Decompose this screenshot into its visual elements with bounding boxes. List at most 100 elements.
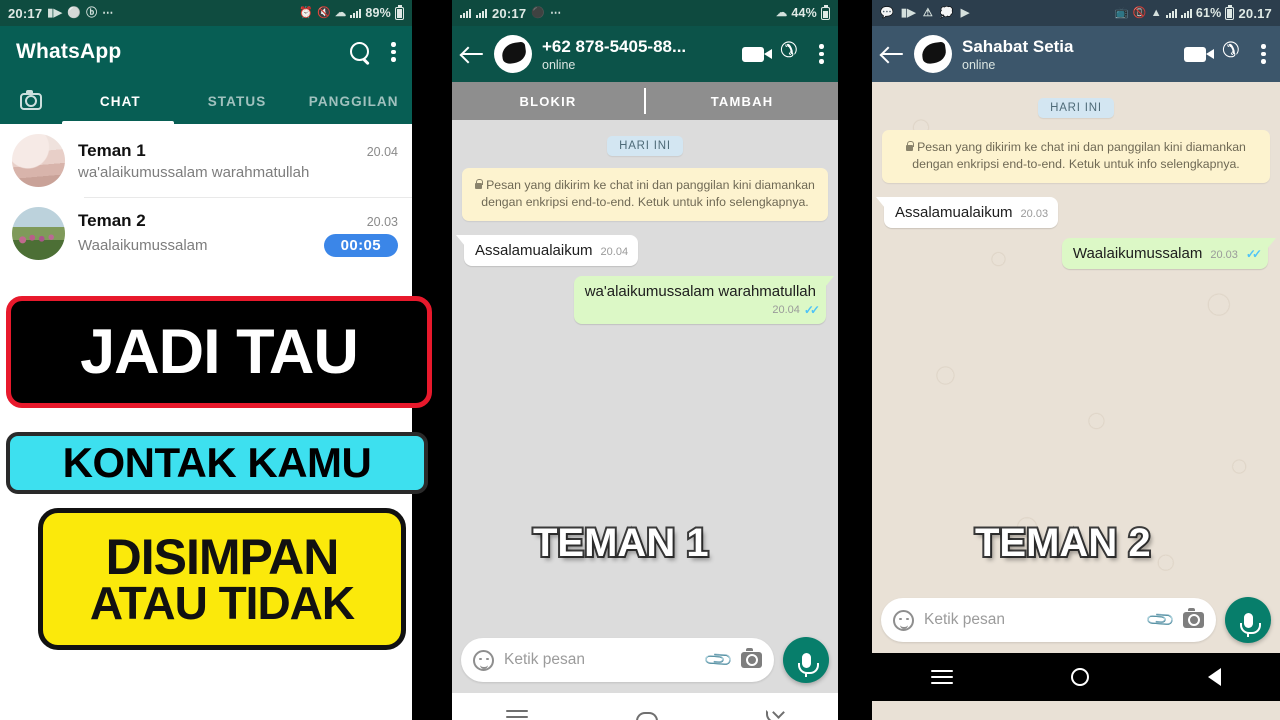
kebab-menu-icon[interactable] xyxy=(819,44,824,64)
message-time: 20.04 xyxy=(600,245,629,258)
kebab-menu-icon[interactable] xyxy=(1261,44,1266,64)
message-bubble[interactable]: Assalamualaikum 20.03 xyxy=(875,196,1059,228)
right-phone-screen: 💬 ▮▶ ⚠ 💭 ▶ 📺 📵 ▲ 61% 20.17 Sahabat Setia… xyxy=(872,0,1280,720)
phone-call-icon[interactable] xyxy=(782,45,801,64)
microphone-button[interactable] xyxy=(783,637,829,683)
contact-name[interactable]: Sahabat Setia xyxy=(962,37,1174,57)
battery-percent: 61% xyxy=(1195,6,1222,20)
messages-icon: 💬 xyxy=(880,6,894,19)
status-time: 20.17 xyxy=(1238,5,1272,21)
video-call-icon[interactable] xyxy=(742,46,772,62)
message-bubble[interactable]: wa'alaikumussalam warahmatullah 20.04 ✓✓ xyxy=(573,275,835,324)
tab-status[interactable]: STATUS xyxy=(179,78,296,124)
home-icon[interactable] xyxy=(636,707,658,720)
vibrate-icon: 📵 xyxy=(1132,6,1147,19)
battery-icon xyxy=(1225,4,1235,20)
search-icon[interactable] xyxy=(349,41,371,63)
encryption-notice[interactable]: Pesan yang dikirim ke chat ini dan pangg… xyxy=(462,168,828,221)
right-conversation-bar: Sahabat Setia online xyxy=(872,26,1280,82)
message-time: 20.03 xyxy=(1210,248,1238,261)
avatar[interactable] xyxy=(494,35,532,73)
message-row-incoming: Assalamualaikum 20.04 xyxy=(455,234,828,266)
contact-name[interactable]: +62 878-5405-88... xyxy=(542,37,732,57)
menu-icon[interactable] xyxy=(506,709,528,720)
message-input-placeholder: Ketik pesan xyxy=(504,651,585,668)
home-circle-icon[interactable] xyxy=(1071,668,1090,686)
list-item[interactable]: Teman 2 20.03 Waalaikumussalam 00:05 xyxy=(0,197,412,270)
phone-call-icon[interactable] xyxy=(1224,45,1243,64)
chat-preview: wa'alaikumussalam warahmatullah xyxy=(78,163,310,181)
camera-icon[interactable] xyxy=(1183,608,1204,628)
message-bubble[interactable]: Waalaikumussalam 20.03 ✓✓ xyxy=(1061,237,1277,269)
chat-bubble-icon: ⚫ xyxy=(531,6,546,19)
chat-preview: Waalaikumussalam xyxy=(78,236,208,254)
paperclip-icon[interactable]: 📎 xyxy=(702,643,736,677)
read-receipt-icon: ✓✓ xyxy=(1245,246,1262,261)
block-button[interactable]: BLOKIR xyxy=(452,82,644,120)
video-icon: ▮▶ xyxy=(47,6,63,19)
status-time: 20:17 xyxy=(492,5,527,21)
bottom-sheet-card xyxy=(6,652,410,720)
microphone-icon xyxy=(797,652,819,677)
tab-camera[interactable] xyxy=(0,78,62,124)
message-row-outgoing: wa'alaikumussalam warahmatullah 20.04 ✓✓ xyxy=(462,275,835,324)
tab-chat[interactable]: CHAT xyxy=(62,78,179,124)
message-input-placeholder: Ketik pesan xyxy=(924,611,1005,628)
day-divider: HARI INI xyxy=(607,136,683,156)
add-contact-button[interactable]: TAMBAH xyxy=(646,82,838,120)
microphone-button[interactable] xyxy=(1225,597,1271,643)
chat-name: Teman 1 xyxy=(78,140,146,160)
caption-banner-3: DISIMPAN ATAU TIDAK xyxy=(38,508,406,650)
menu-icon[interactable] xyxy=(931,669,954,685)
whatsapp-icon: ⚪ xyxy=(67,6,82,19)
message-text: wa'alaikumussalam warahmatullah xyxy=(584,282,816,300)
sim1-signal-icon xyxy=(1165,8,1177,18)
emoji-icon[interactable] xyxy=(473,649,494,671)
lock-icon xyxy=(906,141,914,151)
overlay-label-teman-1: TEMAN 1 xyxy=(531,519,711,567)
chat-time: 20.03 xyxy=(366,214,398,229)
encryption-notice-text: Pesan yang dikirim ke chat ini dan pangg… xyxy=(481,178,815,210)
message-input[interactable]: Ketik pesan 📎 xyxy=(881,598,1216,642)
status-time: 20:17 xyxy=(8,5,43,21)
right-composer: Ketik pesan 📎 xyxy=(872,588,1280,653)
chat-time: 20.04 xyxy=(366,144,398,159)
emoji-icon[interactable] xyxy=(893,609,914,631)
chat-name: Teman 2 xyxy=(78,210,146,230)
message-input[interactable]: Ketik pesan 📎 xyxy=(461,638,774,682)
back-arrow-icon[interactable] xyxy=(462,45,484,63)
avatar[interactable] xyxy=(914,35,952,73)
kebab-menu-icon[interactable] xyxy=(391,42,396,62)
signal-icon xyxy=(350,8,362,18)
back-icon[interactable] xyxy=(764,708,784,720)
message-time: 20.04 xyxy=(772,303,800,316)
encryption-notice[interactable]: Pesan yang dikirim ke chat ini dan pangg… xyxy=(882,130,1270,183)
middle-status-bar: 20:17 ⚫ ⋯ ☁ 44% xyxy=(452,0,838,26)
caption-banner-2: KONTAK KAMU xyxy=(6,432,428,494)
3g-signal-icon xyxy=(460,8,471,18)
back-triangle-icon[interactable] xyxy=(1207,668,1221,686)
video-call-icon[interactable] xyxy=(1184,46,1214,62)
overlay-label-teman-2: TEMAN 2 xyxy=(973,519,1153,567)
message-bubble[interactable]: Assalamualaikum 20.04 xyxy=(455,234,639,266)
back-arrow-icon[interactable] xyxy=(882,45,904,63)
more-dots-icon: ⋯ xyxy=(550,6,562,19)
message-text: Assalamualaikum xyxy=(895,203,1013,221)
paperclip-icon[interactable]: 📎 xyxy=(1144,603,1178,637)
camera-icon[interactable] xyxy=(741,648,762,668)
b-circle-icon: ⓑ xyxy=(86,6,98,19)
chat-icon: 💭 xyxy=(939,6,954,19)
middle-nav-bar xyxy=(452,693,838,720)
day-divider: HARI INI xyxy=(1038,98,1114,118)
avatar[interactable] xyxy=(12,134,65,187)
avatar[interactable] xyxy=(12,207,65,260)
chat-list: Teman 1 20.04 wa'alaikumussalam warahmat… xyxy=(0,124,412,270)
4g-signal-icon xyxy=(476,8,487,18)
tab-panggilan[interactable]: PANGGILAN xyxy=(295,78,412,124)
list-item[interactable]: Teman 1 20.04 wa'alaikumussalam warahmat… xyxy=(0,124,412,197)
wifi-icon: ▲ xyxy=(1150,6,1162,19)
middle-phone-screen: 20:17 ⚫ ⋯ ☁ 44% +62 878-5405-88... onlin… xyxy=(452,0,838,720)
message-text: Assalamualaikum xyxy=(475,241,593,259)
contact-status: online xyxy=(962,57,996,72)
status-badge: 00:05 xyxy=(323,233,398,257)
